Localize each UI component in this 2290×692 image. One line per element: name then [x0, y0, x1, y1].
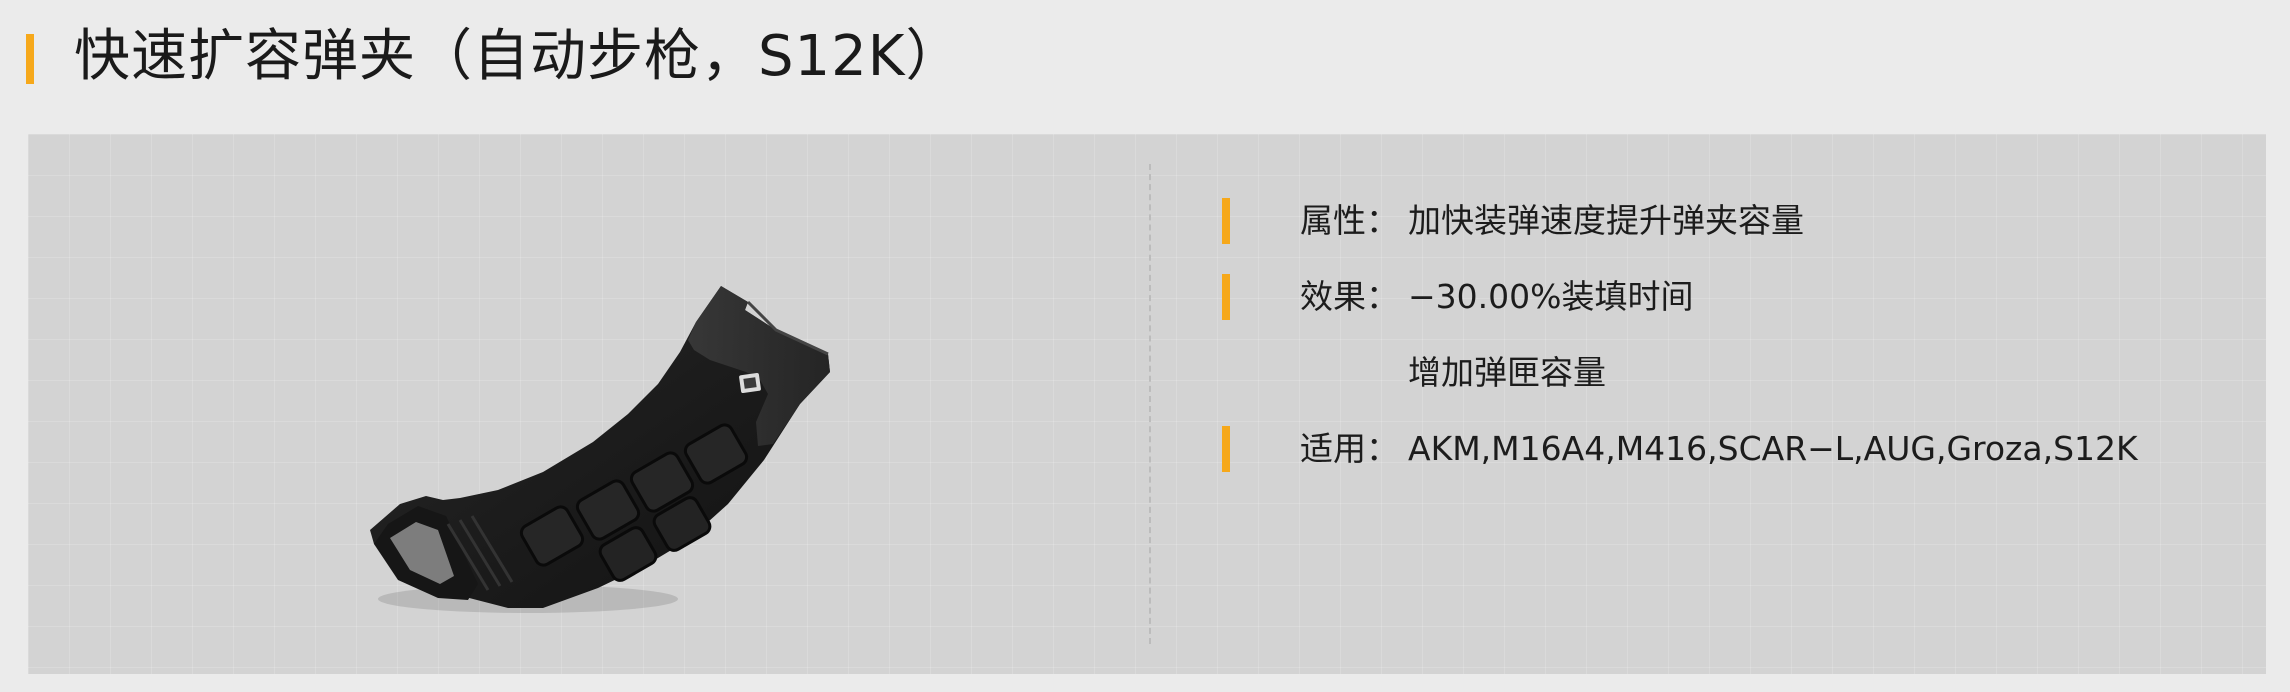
- extended-magazine-icon: [370, 286, 830, 613]
- effect-value: −30.00%装填时间: [1408, 277, 1694, 316]
- applies-to-value: AKM,M16A4,M416,SCAR−L,AUG,Groza,S12K: [1408, 429, 2138, 468]
- attribute-value: 加快装弹速度提升弹夹容量: [1408, 201, 1804, 240]
- item-card: [28, 134, 2266, 674]
- attribute-label: 属性：: [1300, 201, 1399, 240]
- effect-accent-bar: [1222, 274, 1230, 320]
- applies-to-label: 适用：: [1300, 429, 1399, 468]
- section-divider: [1149, 164, 1151, 644]
- title-accent-bar: [26, 34, 34, 84]
- applies-to-accent-bar: [1222, 426, 1230, 472]
- attribute-accent-bar: [1222, 198, 1230, 244]
- effect-label: 效果：: [1300, 277, 1399, 316]
- effect-value-extra: 增加弹匣容量: [1408, 353, 1606, 392]
- page-title: 快速扩容弹夹（自动步枪，S12K）: [74, 24, 963, 89]
